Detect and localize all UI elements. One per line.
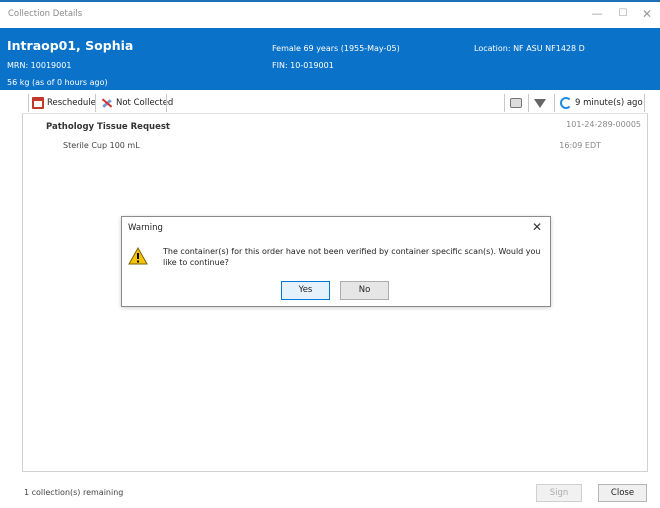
patient-location: Location: NF ASU NF1428 D (474, 44, 585, 53)
close-button[interactable]: Close (598, 484, 647, 502)
window-title: Collection Details (8, 9, 83, 19)
patient-demographics: Female 69 years (1955-May-05) (272, 44, 400, 53)
toolbar-separator (95, 94, 96, 112)
toolbar-separator (554, 94, 555, 112)
toolbar-separator (28, 94, 29, 112)
not-collected-button[interactable]: Not Collected (101, 94, 173, 112)
calendar-icon (32, 97, 44, 109)
container-item[interactable]: Sterile Cup 100 mL (63, 141, 140, 150)
warning-dialog: Warning ✕ The container(s) for this orde… (121, 216, 551, 307)
no-button[interactable]: No (340, 281, 389, 300)
patient-fin: FIN: 10-019001 (272, 61, 334, 70)
window-close-button[interactable]: ✕ (636, 6, 658, 22)
patient-name: Intraop01, Sophia (7, 38, 134, 53)
reschedule-label: Reschedule (47, 98, 96, 108)
toolbar-separator (166, 94, 167, 112)
container-time: 16:09 EDT (559, 141, 601, 150)
refresh-label: 9 minute(s) ago (575, 98, 643, 108)
yes-button[interactable]: Yes (281, 281, 330, 300)
collections-remaining: 1 collection(s) remaining (24, 488, 124, 497)
patient-weight: 56 kg (as of 0 hours ago) (7, 78, 108, 87)
filter-button[interactable] (534, 94, 549, 112)
not-collected-icon (101, 97, 113, 109)
maximize-button[interactable]: ☐ (612, 6, 634, 22)
sign-button[interactable]: Sign (536, 484, 582, 502)
order-accession: 101-24-289-00005 (566, 120, 641, 129)
refresh-button[interactable]: 9 minute(s) ago (560, 94, 643, 112)
toolbar: Reschedule Not Collected 9 minute(s) ago (22, 92, 648, 114)
not-collected-label: Not Collected (116, 98, 174, 108)
dialog-message: The container(s) for this order have not… (163, 247, 541, 267)
dialog-close-button[interactable]: ✕ (532, 220, 542, 234)
patient-banner: Intraop01, Sophia MRN: 10019001 56 kg (a… (0, 28, 660, 90)
title-bar: Collection Details — ☐ ✕ (0, 2, 660, 26)
refresh-icon (560, 97, 572, 109)
toolbar-separator (504, 94, 505, 112)
print-button[interactable] (510, 94, 525, 112)
filter-icon (534, 98, 546, 108)
toolbar-separator (528, 94, 529, 112)
dialog-title: Warning (128, 223, 163, 233)
minimize-button[interactable]: — (586, 6, 608, 22)
warning-icon (128, 247, 148, 265)
toolbar-separator (644, 94, 645, 112)
reschedule-button[interactable]: Reschedule (32, 94, 96, 112)
printer-icon (510, 98, 522, 108)
patient-mrn: MRN: 10019001 (7, 61, 72, 70)
order-title: Pathology Tissue Request (46, 122, 170, 132)
